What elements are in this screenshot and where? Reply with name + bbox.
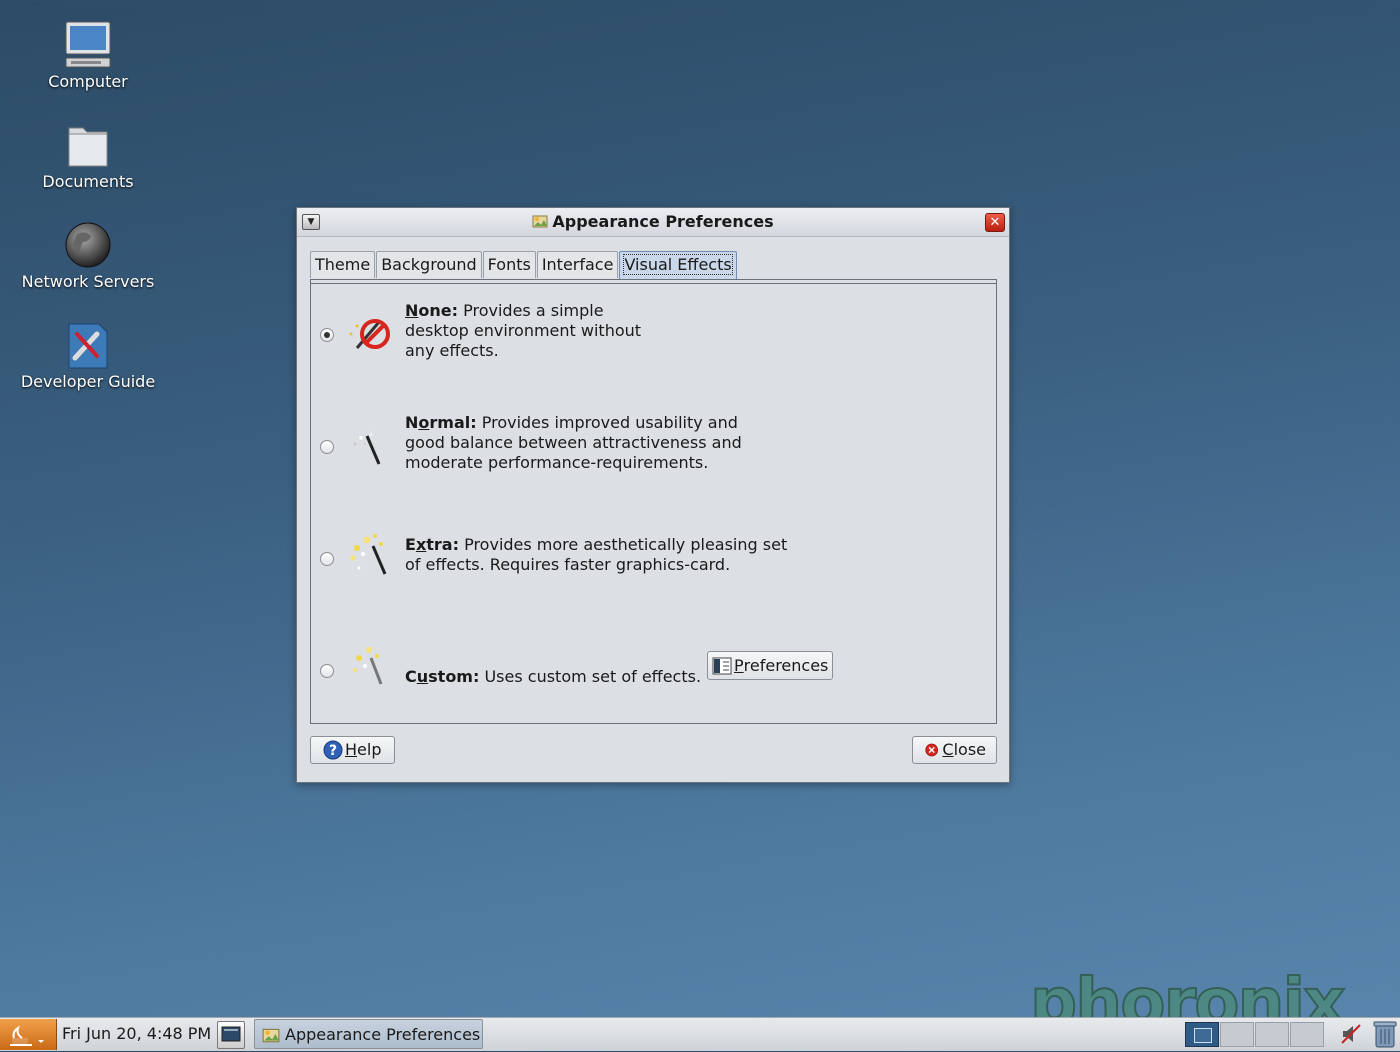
custom-preferences-button[interactable]: Preferences [707, 651, 834, 680]
radio-custom[interactable] [320, 664, 334, 678]
radio-none[interactable] [320, 328, 334, 342]
taskbar-window-appearance-preferences[interactable]: Appearance Preferences [254, 1019, 483, 1049]
effect-normal-description: Normal: Provides improved usability and … [405, 413, 742, 472]
appearance-app-icon [532, 215, 548, 228]
svg-text:?: ? [329, 743, 337, 759]
developer-tools-icon [68, 323, 108, 369]
desktop-icon-network-servers[interactable]: Network Servers [13, 220, 163, 291]
visual-effects-panel: None: Provides a simple desktop environm… [310, 279, 997, 724]
desktop-icon-computer[interactable]: Computer [13, 20, 163, 91]
dialog-titlebar[interactable]: ▼ Appearance Preferences ✕ [297, 208, 1009, 237]
desktop-icon-developer-guide[interactable]: Developer Guide [13, 320, 163, 391]
taskbar: Fri Jun 20, 4:48 PM Appearance Preferenc… [0, 1017, 1400, 1051]
workspace-3[interactable] [1255, 1022, 1289, 1047]
magic-wand-normal-icon [353, 430, 381, 465]
appearance-app-icon [262, 1028, 280, 1043]
desktop-icon-label: Network Servers [21, 272, 155, 291]
network-globe-icon [65, 222, 111, 268]
tab-theme[interactable]: Theme [310, 251, 376, 278]
close-icon: ✕ [989, 215, 1001, 230]
dialog-title: Appearance Preferences [552, 212, 774, 231]
close-window-button[interactable]: ✕ [985, 213, 1005, 232]
close-circle-icon [925, 743, 939, 757]
tab-visual-effects[interactable]: Visual Effects [619, 251, 737, 279]
tab-interface[interactable]: Interface [536, 251, 619, 278]
workspace-2[interactable] [1220, 1022, 1254, 1047]
magic-wand-extra-icon [350, 534, 387, 575]
show-desktop-button[interactable] [217, 1021, 245, 1049]
java-cup-icon [10, 1025, 44, 1046]
help-icon: ? [323, 740, 343, 760]
trash-icon[interactable] [1372, 1019, 1398, 1049]
radio-normal[interactable] [320, 440, 334, 454]
start-menu-button[interactable] [0, 1019, 57, 1050]
preferences-icon [712, 657, 732, 674]
desktop-icon [221, 1026, 241, 1042]
tab-background[interactable]: Background [376, 251, 482, 278]
magic-wand-custom-icon [353, 647, 383, 685]
desktop-icon-label: Documents [42, 172, 134, 191]
appearance-preferences-dialog: ▼ Appearance Preferences ✕ Theme Backgro… [296, 207, 1010, 783]
workspace-1[interactable] [1185, 1022, 1219, 1047]
close-button[interactable]: Close [912, 736, 997, 764]
help-button[interactable]: ? Help [310, 736, 395, 764]
tab-fonts[interactable]: Fonts [482, 251, 536, 278]
volume-muted-icon[interactable] [1339, 1022, 1363, 1046]
folder-icon [68, 127, 108, 167]
desktop-icon-documents[interactable]: Documents [13, 120, 163, 191]
effect-custom-description: Custom: Uses custom set of effects. [405, 667, 702, 686]
workspace-4[interactable] [1290, 1022, 1324, 1047]
desktop-icon-label: Developer Guide [20, 372, 156, 391]
no-effects-icon [349, 319, 390, 349]
effect-extra-description: Extra: Provides more aesthetically pleas… [405, 535, 788, 574]
radio-extra[interactable] [320, 552, 334, 566]
tab-bar: Theme Background Fonts Interface Visual … [310, 251, 738, 279]
computer-icon [65, 21, 111, 68]
desktop-icon-label: Computer [48, 72, 128, 91]
clock[interactable]: Fri Jun 20, 4:48 PM [62, 1024, 211, 1043]
effect-none-description: None: Provides a simple desktop environm… [405, 301, 642, 360]
